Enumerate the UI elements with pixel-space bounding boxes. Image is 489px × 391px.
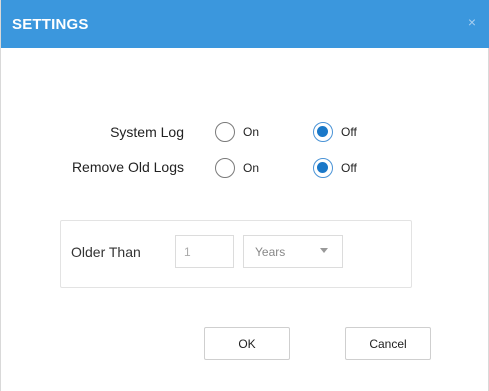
remove-old-logs-off-label[interactable]: Off	[341, 161, 357, 175]
system-log-off-label[interactable]: Off	[341, 125, 357, 139]
remove-old-logs-on-radio[interactable]	[215, 158, 235, 178]
remove-old-logs-label: Remove Old Logs	[71, 159, 184, 175]
close-icon[interactable]: ×	[464, 14, 480, 30]
older-than-value-input[interactable]	[175, 235, 234, 268]
system-log-on-radio[interactable]	[215, 122, 235, 142]
dialog-title: SETTINGS	[12, 16, 89, 33]
older-than-unit-select[interactable]: Years	[243, 235, 343, 268]
cancel-button[interactable]: Cancel	[345, 327, 431, 360]
older-than-unit-value: Years	[255, 245, 286, 259]
remove-old-logs-on-label[interactable]: On	[243, 161, 259, 175]
remove-old-logs-off-radio[interactable]	[313, 158, 333, 178]
older-than-label: Older Than	[71, 244, 141, 260]
system-log-label: System Log	[110, 124, 184, 140]
system-log-off-radio[interactable]	[313, 122, 333, 142]
settings-dialog: SETTINGS × System Log On Off Remove Old …	[0, 0, 489, 391]
system-log-on-label[interactable]: On	[243, 125, 259, 139]
chevron-down-icon	[320, 248, 328, 253]
ok-button[interactable]: OK	[204, 327, 290, 360]
dialog-title-bar: SETTINGS ×	[1, 0, 489, 48]
